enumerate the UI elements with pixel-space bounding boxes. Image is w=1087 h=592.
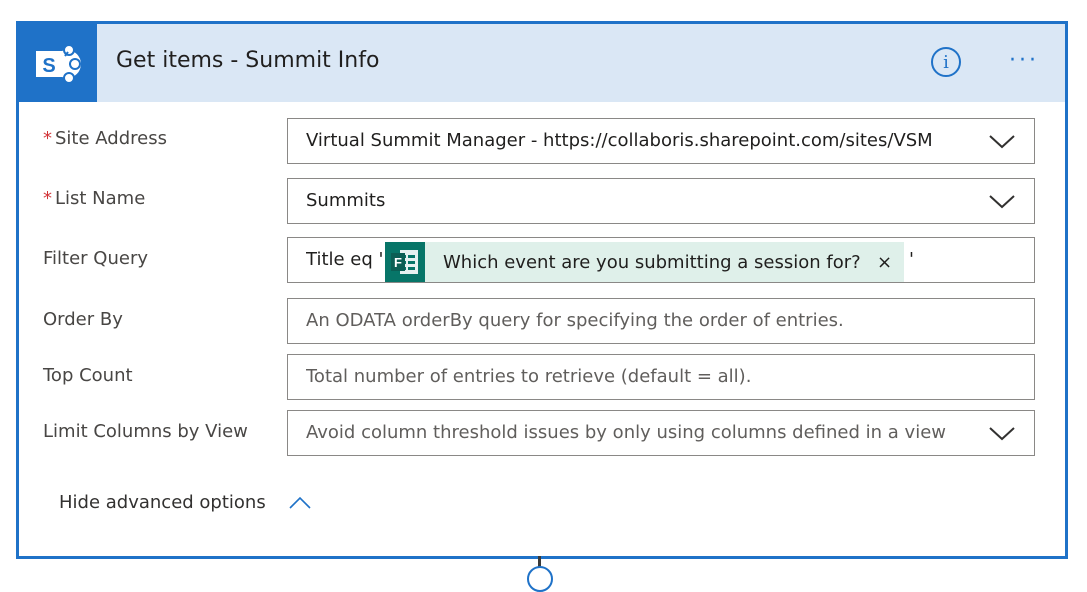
filter-query-input[interactable]: Title eq ' F Which event are you submitt… — [287, 237, 1035, 283]
token-label: Which event are you submitting a session… — [443, 252, 861, 273]
top-count-placeholder: Total number of entries to retrieve (def… — [306, 366, 752, 387]
token-close-icon[interactable]: × — [877, 242, 892, 284]
order-by-placeholder: An ODATA orderBy query for specifying th… — [306, 310, 844, 331]
limit-columns-placeholder: Avoid column threshold issues by only us… — [306, 422, 946, 443]
top-count-input[interactable]: Total number of entries to retrieve (def… — [287, 354, 1035, 400]
sharepoint-logo-icon: S — [19, 24, 97, 102]
action-title[interactable]: Get items - Summit Info — [116, 48, 379, 73]
required-marker: * — [43, 128, 52, 149]
hide-advanced-options-link[interactable]: Hide advanced options — [59, 492, 266, 513]
list-name-label-text: List Name — [55, 188, 146, 209]
more-options-icon[interactable]: ··· — [1004, 50, 1044, 75]
site-address-value: Virtual Summit Manager - https://collabo… — [306, 130, 933, 151]
order-by-input[interactable]: An ODATA orderBy query for specifying th… — [287, 298, 1035, 344]
limit-columns-label: Limit Columns by View — [43, 421, 248, 442]
order-by-label: Order By — [43, 309, 123, 330]
site-address-label-text: Site Address — [55, 128, 167, 149]
required-marker: * — [43, 188, 52, 209]
site-address-dropdown[interactable]: Virtual Summit Manager - https://collabo… — [287, 118, 1035, 164]
site-address-label: * Site Address — [43, 128, 167, 149]
chevron-down-icon[interactable] — [960, 119, 1034, 163]
chevron-up-icon[interactable] — [289, 496, 311, 510]
add-step-circle-icon[interactable] — [527, 566, 553, 592]
chevron-down-icon[interactable] — [960, 411, 1034, 455]
top-count-label: Top Count — [43, 365, 133, 386]
action-card: S Get items - Summit Info i ··· * Site Ad… — [16, 21, 1068, 559]
list-name-label: * List Name — [43, 188, 145, 209]
filter-query-label: Filter Query — [43, 248, 149, 269]
list-name-dropdown[interactable]: Summits — [287, 178, 1035, 224]
action-header[interactable]: S Get items - Summit Info i ··· — [19, 24, 1065, 102]
dynamic-content-token[interactable]: F Which event are you submitting a sessi… — [385, 242, 904, 282]
svg-text:S: S — [42, 55, 55, 77]
svg-text:F: F — [394, 255, 402, 270]
filter-query-suffix: ' — [909, 249, 914, 270]
info-icon[interactable]: i — [931, 47, 961, 77]
forms-icon: F — [385, 242, 425, 282]
limit-columns-dropdown[interactable]: Avoid column threshold issues by only us… — [287, 410, 1035, 456]
filter-query-prefix: Title eq ' — [306, 249, 384, 270]
chevron-down-icon[interactable] — [960, 179, 1034, 223]
list-name-value: Summits — [306, 190, 386, 211]
